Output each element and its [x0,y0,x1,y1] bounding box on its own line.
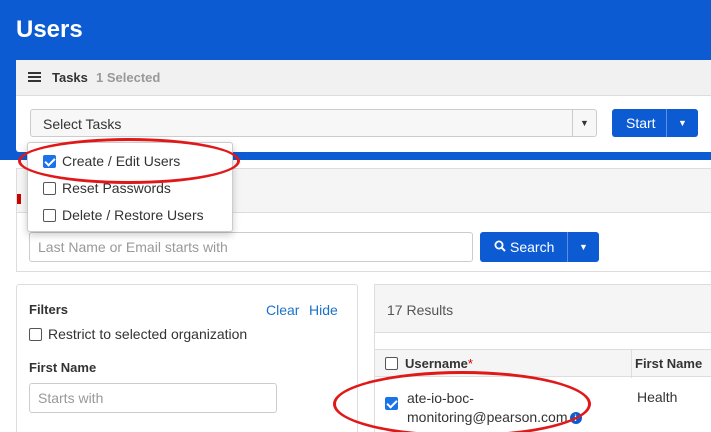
caret-down-icon[interactable]: ▼ [572,110,596,136]
section-marker [17,194,21,204]
tasks-menu: Create / Edit Users Reset Passwords Dele… [27,142,233,232]
list-icon [28,72,41,83]
delete-restore-users-checkbox[interactable] [43,208,56,222]
search-button[interactable]: Search ▼ [480,232,599,262]
select-all-checkbox[interactable] [385,357,398,370]
table-row-username: ate-io-boc- monitoring@pearson.com i [407,389,582,427]
menu-item-delete-restore-users[interactable]: Delete / Restore Users [28,205,232,225]
select-tasks-text: Select Tasks [43,116,122,132]
tasks-panel: Tasks 1 Selected Select Tasks ▼ Start ▼ [16,60,711,152]
search-dropdown-caret-icon[interactable]: ▼ [567,232,599,262]
tasks-selected-count: 1 Selected [96,70,161,85]
create-edit-users-checkbox[interactable] [43,154,56,168]
results-header: 17 Results [375,285,711,333]
select-tasks-dropdown[interactable]: Select Tasks ▼ [30,109,597,137]
results-count: 17 Results [387,302,454,318]
first-name-filter-input[interactable] [30,384,276,412]
menu-item-label: Delete / Restore Users [62,207,204,223]
table-header-row: Username* First Name [375,349,711,378]
first-name-filter-title: First Name [29,360,97,375]
search-input[interactable] [30,233,472,261]
username-line-1: ate-io-boc- [407,390,474,406]
restrict-org-label: Restrict to selected organization [48,326,248,342]
restrict-org-checkbox[interactable] [29,327,42,341]
menu-item-create-edit-users[interactable]: Create / Edit Users [28,151,232,171]
search-input-wrap[interactable] [29,232,473,262]
clear-filters-link[interactable]: Clear [266,302,299,318]
filters-title: Filters [29,302,69,317]
page-title: Users [16,16,83,43]
required-marker: * [467,356,473,371]
results-panel: 17 Results Username* First Name ate-io-b… [374,284,711,432]
username-column-label: Username [405,356,468,371]
start-label: Start [626,115,656,131]
first-name-column-header[interactable]: First Name [635,356,702,371]
menu-item-label: Reset Passwords [62,180,171,196]
menu-item-label: Create / Edit Users [62,153,181,169]
tasks-label: Tasks [52,70,88,85]
column-divider [631,350,632,378]
first-name-filter-wrap[interactable] [29,383,277,413]
search-label: Search [510,239,555,255]
filters-panel: Filters Clear Hide Restrict to selected … [16,284,358,432]
tasks-header: Tasks 1 Selected [16,60,711,96]
username-line-2: monitoring@pearson.com [407,409,568,425]
reset-passwords-checkbox[interactable] [43,181,56,195]
search-icon [494,240,506,252]
table-row-first-name: Health [637,389,678,405]
start-dropdown-caret-icon[interactable]: ▼ [666,109,698,137]
hide-filters-link[interactable]: Hide [309,302,338,318]
info-icon[interactable]: i [569,412,582,425]
row-checkbox[interactable] [385,397,398,410]
menu-item-reset-passwords[interactable]: Reset Passwords [28,178,232,198]
start-button[interactable]: Start ▼ [612,109,698,137]
restrict-org-option[interactable]: Restrict to selected organization [29,325,247,343]
username-column-header[interactable]: Username* [405,356,473,371]
